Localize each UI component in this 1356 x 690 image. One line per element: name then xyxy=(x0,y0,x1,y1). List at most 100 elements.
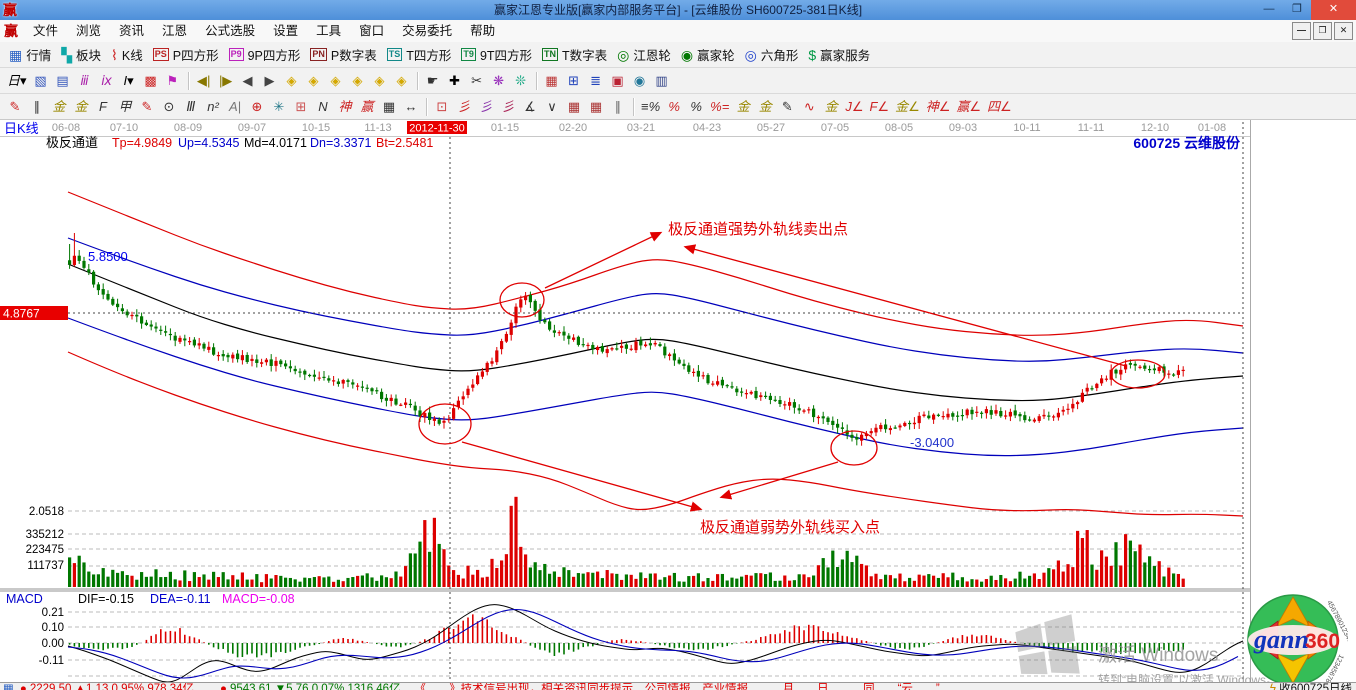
toolbar-button-winner-wheel[interactable]: ◉赢家轮 xyxy=(676,44,740,65)
maximize-button[interactable]: ❐ xyxy=(1283,0,1311,20)
tool-icon-pattern-red[interactable]: ▩ xyxy=(140,71,162,91)
tool-icon-bars-3[interactable]: ⅲ xyxy=(74,71,96,91)
tool-icon-gold-circle[interactable]: 金 xyxy=(732,97,754,117)
menu-item-文件[interactable]: 文件 xyxy=(24,24,67,38)
menu-item-交易委托[interactable]: 交易委托 xyxy=(393,24,461,38)
tool-icon-notepad[interactable]: ≣ xyxy=(585,71,607,91)
toolbar-button-sectors[interactable]: ▚板块 xyxy=(56,44,106,65)
toolbar-button-kline[interactable]: ⌇K线 xyxy=(106,44,148,65)
tool-icon-gold-line[interactable]: 金 xyxy=(754,97,776,117)
menu-item-工具[interactable]: 工具 xyxy=(307,24,350,38)
menu-item-帮助[interactable]: 帮助 xyxy=(461,24,504,38)
toolbar-button-p-number-table[interactable]: PNP数字表 xyxy=(305,44,381,65)
tool-icon-text-note[interactable]: A| xyxy=(224,97,246,117)
tool-icon-percent-line[interactable]: %= xyxy=(707,97,732,117)
tool-icon-mark-pen[interactable]: ✎ xyxy=(776,97,798,117)
tool-icon-zoom-in-v[interactable]: ◈ xyxy=(391,71,413,91)
tool-icon-check-line[interactable]: ∨ xyxy=(541,97,563,117)
tool-icon-fibonacci-box[interactable]: F xyxy=(92,97,114,117)
tool-icon-prev-page[interactable]: ◀ xyxy=(237,71,259,91)
tool-icon-circle-cross[interactable]: ⊕ xyxy=(246,97,268,117)
tool-icon-f-angle[interactable]: F∠ xyxy=(866,97,892,117)
tool-icon-purple-pattern[interactable]: ❋ xyxy=(488,71,510,91)
tool-icon-draw-pen-2[interactable]: ✎ xyxy=(136,97,158,117)
tool-icon-parallel-lines[interactable]: ∥ xyxy=(607,97,629,117)
minimize-button[interactable]: — xyxy=(1255,0,1283,20)
tool-icon-zoom-out-v[interactable]: ◈ xyxy=(369,71,391,91)
tool-icon-crosshair-tool[interactable]: ✚ xyxy=(444,71,466,91)
tool-icon-period-dropdown[interactable]: 日▾ xyxy=(4,71,30,91)
tool-icon-next-page[interactable]: ▶ xyxy=(259,71,281,91)
tool-icon-calendar[interactable]: ▦ xyxy=(541,71,563,91)
tool-icon-cut-tool[interactable]: ✂ xyxy=(466,71,488,91)
tool-icon-ying-grid[interactable]: 赢 xyxy=(356,97,378,117)
tool-icon-zoom-window[interactable]: ▧ xyxy=(30,71,52,91)
tool-icon-percent-red[interactable]: % xyxy=(663,97,685,117)
menu-item-资讯[interactable]: 资讯 xyxy=(110,24,153,38)
tool-icon-price-box[interactable]: 甲 xyxy=(114,97,136,117)
tool-icon-gold-under[interactable]: 金 xyxy=(820,97,842,117)
tool-icon-gann-fan[interactable]: 彡 xyxy=(453,97,475,117)
toolbar-button-gann-wheel[interactable]: ◎江恩轮 xyxy=(612,44,676,65)
menu-item-江恩[interactable]: 江恩 xyxy=(153,24,196,38)
tool-icon-gold-angle[interactable]: 金∠ xyxy=(892,97,923,117)
tool-icon-gann-box-gold[interactable]: 金 xyxy=(48,97,70,117)
tool-icon-zoom-out-h[interactable]: ◈ xyxy=(281,71,303,91)
tool-icon-web-grid[interactable]: ✳ xyxy=(268,97,290,117)
tool-icon-zoom-out-all[interactable]: ◈ xyxy=(325,71,347,91)
tool-icon-bars-9[interactable]: ⅸ xyxy=(96,71,118,91)
menu-item-公式选股[interactable]: 公式选股 xyxy=(196,24,264,38)
tool-icon-gann-fan-2[interactable]: 彡 xyxy=(475,97,497,117)
tool-icon-number-grid[interactable]: ▦ xyxy=(378,97,400,117)
tool-icon-spiral-square[interactable]: ⊞ xyxy=(290,97,312,117)
tool-icon-j-angle[interactable]: J∠ xyxy=(842,97,866,117)
menu-item-浏览[interactable]: 浏览 xyxy=(67,24,110,38)
tool-icon-rect-select[interactable]: ⊡ xyxy=(431,97,453,117)
toolbar-button-winner-service[interactable]: $赢家服务 xyxy=(803,44,875,65)
tool-icon-shen-grid[interactable]: 神 xyxy=(334,97,356,117)
tool-icon-candle-style-dropdown[interactable]: I▾ xyxy=(118,71,140,91)
tool-icon-n-square[interactable]: n² xyxy=(202,97,224,117)
mdi-close-button[interactable]: ✕ xyxy=(1334,22,1353,40)
tool-icon-line-ruler[interactable]: Ⅲ xyxy=(180,97,202,117)
toolbar-button-quotes[interactable]: ▦行情 xyxy=(4,44,56,65)
tool-icon-first-page[interactable]: ◀| xyxy=(193,71,215,91)
mdi-restore-button[interactable]: ❐ xyxy=(1313,22,1332,40)
tool-icon-ying-angle[interactable]: 赢∠ xyxy=(953,97,984,117)
tool-icon-calculator[interactable]: ⊞ xyxy=(563,71,585,91)
toolbar-button-9t-square[interactable]: T99T四方形 xyxy=(456,44,537,65)
toolbar-button-t-square[interactable]: TST四方形 xyxy=(382,44,457,65)
tool-icon-web-save[interactable]: ◉ xyxy=(629,71,651,91)
toolbar-button-t-number-table[interactable]: TNT数字表 xyxy=(537,44,612,65)
tool-icon-speed-line[interactable]: ∡ xyxy=(519,97,541,117)
tool-icon-draw-pen[interactable]: ✎ xyxy=(4,97,26,117)
tool-icon-zoom-in-h[interactable]: ◈ xyxy=(303,71,325,91)
tool-icon-shen-angle[interactable]: 神∠ xyxy=(923,97,954,117)
menu-item-窗口[interactable]: 窗口 xyxy=(350,24,393,38)
toolbar-button-hexagon[interactable]: ◎六角形 xyxy=(740,44,804,65)
menu-item-设置[interactable]: 设置 xyxy=(264,24,307,38)
tool-icon-zoom-in-all[interactable]: ◈ xyxy=(347,71,369,91)
tool-icon-save[interactable]: ▣ xyxy=(607,71,629,91)
tool-icon-green-pattern[interactable]: ❊ xyxy=(510,71,532,91)
tool-icon-percent-bars[interactable]: ≡% xyxy=(638,97,663,117)
close-button[interactable]: ✕ xyxy=(1311,0,1356,20)
tool-icon-grid-red[interactable]: ▦ xyxy=(563,97,585,117)
tool-icon-hand-tool[interactable]: ☛ xyxy=(422,71,444,91)
tool-icon-gann-box-gold2[interactable]: 金 xyxy=(70,97,92,117)
tool-icon-grid-red-2[interactable]: ▦ xyxy=(585,97,607,117)
toolbar-button-9p-square[interactable]: P99P四方形 xyxy=(224,44,306,65)
tool-icon-percent[interactable]: % xyxy=(685,97,707,117)
tool-icon-pc-export[interactable]: ▥ xyxy=(651,71,673,91)
tool-icon-si-angle[interactable]: 四∠ xyxy=(984,97,1015,117)
tool-icon-wave-mark[interactable]: Ν xyxy=(312,97,334,117)
tool-icon-gann-fan-3[interactable]: 彡 xyxy=(497,97,519,117)
toolbar-button-p-square[interactable]: PSP四方形 xyxy=(148,44,224,65)
tool-icon-cycle-circle[interactable]: ⊙ xyxy=(158,97,180,117)
tool-icon-last-page[interactable]: |▶ xyxy=(215,71,237,91)
tool-icon-vline-ruler[interactable]: ∥ xyxy=(26,97,48,117)
tool-icon-color-flag[interactable]: ⚑ xyxy=(162,71,184,91)
tool-icon-width-measure[interactable]: ↔ xyxy=(400,97,422,117)
tool-icon-note-list[interactable]: ▤ xyxy=(52,71,74,91)
tool-icon-wave-line[interactable]: ∿ xyxy=(798,97,820,117)
